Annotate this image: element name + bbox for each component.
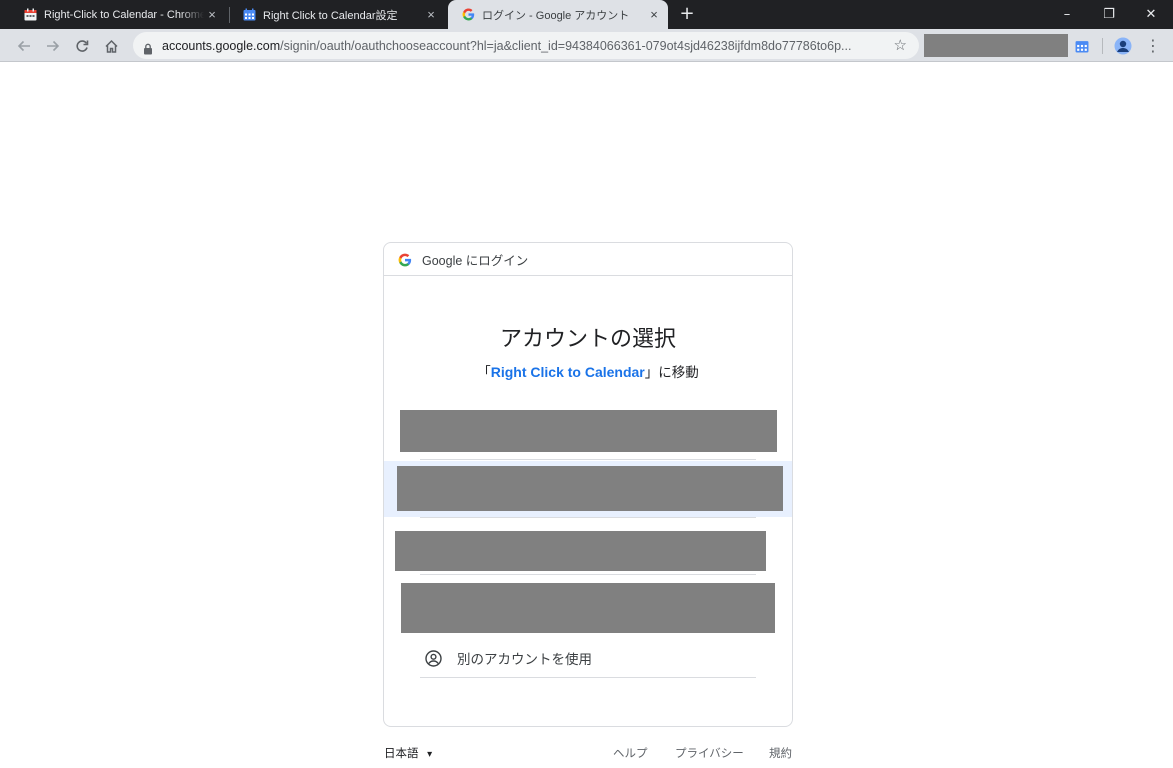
minimize-button[interactable]: – — [1046, 0, 1088, 29]
address-url: accounts.google.com/signin/oauth/oauthch… — [162, 39, 882, 53]
account-divider — [420, 677, 756, 678]
tab-google-login[interactable]: ログイン - Google アカウント × — [448, 0, 668, 29]
account-circle-icon — [425, 649, 442, 667]
language-selector[interactable]: 日本語 ▾ — [384, 745, 432, 761]
account-item-redacted[interactable] — [401, 583, 775, 633]
url-host: accounts.google.com — [162, 38, 281, 53]
google-g-icon — [461, 8, 475, 22]
tab-title: Right-Click to Calendar - Chrome — [44, 8, 204, 21]
account-item-redacted[interactable] — [397, 466, 783, 511]
app-name-link[interactable]: Right Click to Calendar — [491, 364, 645, 380]
address-bar[interactable]: accounts.google.com/signin/oauth/oauthch… — [133, 32, 919, 59]
use-another-account-button[interactable]: 別のアカウントを使用 — [420, 639, 756, 677]
account-divider — [420, 459, 756, 460]
tab-close-icon[interactable]: × — [204, 7, 220, 22]
url-path: /signin/oauth/oauthchooseaccount?hl=ja&c… — [280, 38, 852, 53]
card-header: Google にログイン — [384, 243, 792, 276]
lock-icon — [143, 40, 153, 54]
privacy-link[interactable]: プライバシー — [675, 745, 744, 761]
page-title: アカウントの選択 — [499, 327, 676, 352]
close-window-button[interactable]: ✕ — [1130, 0, 1172, 29]
reload-button[interactable] — [70, 34, 94, 58]
tab-title: Right Click to Calendar設定 — [263, 9, 398, 22]
use-another-account-label: 別のアカウントを使用 — [457, 652, 592, 668]
google-g-icon — [398, 252, 412, 267]
account-chooser-card: Google にログイン アカウントの選択 「Right Click to Ca… — [383, 242, 793, 727]
profile-avatar[interactable] — [1112, 35, 1134, 57]
account-item-redacted[interactable] — [395, 531, 766, 571]
redacted-extensions-area — [924, 34, 1068, 57]
back-button[interactable] — [12, 34, 36, 58]
tab-right-click-to-calendar-settings[interactable]: Right Click to Calendar設定 × — [229, 0, 445, 29]
card-header-title: Google にログイン — [422, 253, 529, 268]
tab-title: ログイン - Google アカウント — [482, 9, 630, 22]
continue-to-app: 「Right Click to Calendar」に移動 — [384, 361, 792, 381]
account-divider — [420, 574, 756, 575]
tab-right-click-to-calendar-store[interactable]: Right-Click to Calendar - Chrome × — [10, 0, 226, 29]
account-item-redacted[interactable] — [400, 410, 777, 452]
home-button[interactable] — [99, 34, 123, 58]
restore-button[interactable]: ❐ — [1088, 0, 1130, 29]
language-label: 日本語 — [384, 746, 419, 760]
help-link[interactable]: ヘルプ — [613, 745, 648, 761]
toolbar-divider — [1102, 38, 1103, 54]
new-tab-button[interactable]: + — [677, 4, 697, 24]
terms-link[interactable]: 規約 — [769, 745, 792, 761]
tab-close-icon[interactable]: × — [646, 7, 662, 22]
tab-close-icon[interactable]: × — [423, 7, 439, 22]
account-divider — [420, 517, 756, 518]
chrome-menu-icon[interactable]: ⋮ — [1143, 36, 1163, 56]
subtitle-prefix: 「 — [477, 365, 491, 381]
calendar-extension-button[interactable] — [1071, 35, 1093, 57]
subtitle-suffix: 」に移動 — [644, 365, 699, 381]
bookmark-star-icon[interactable]: ☆ — [894, 37, 907, 53]
calendar-extension-icon — [23, 8, 37, 22]
chevron-down-icon: ▾ — [427, 749, 433, 760]
calendar-icon — [242, 8, 256, 22]
forward-button[interactable] — [41, 34, 65, 58]
